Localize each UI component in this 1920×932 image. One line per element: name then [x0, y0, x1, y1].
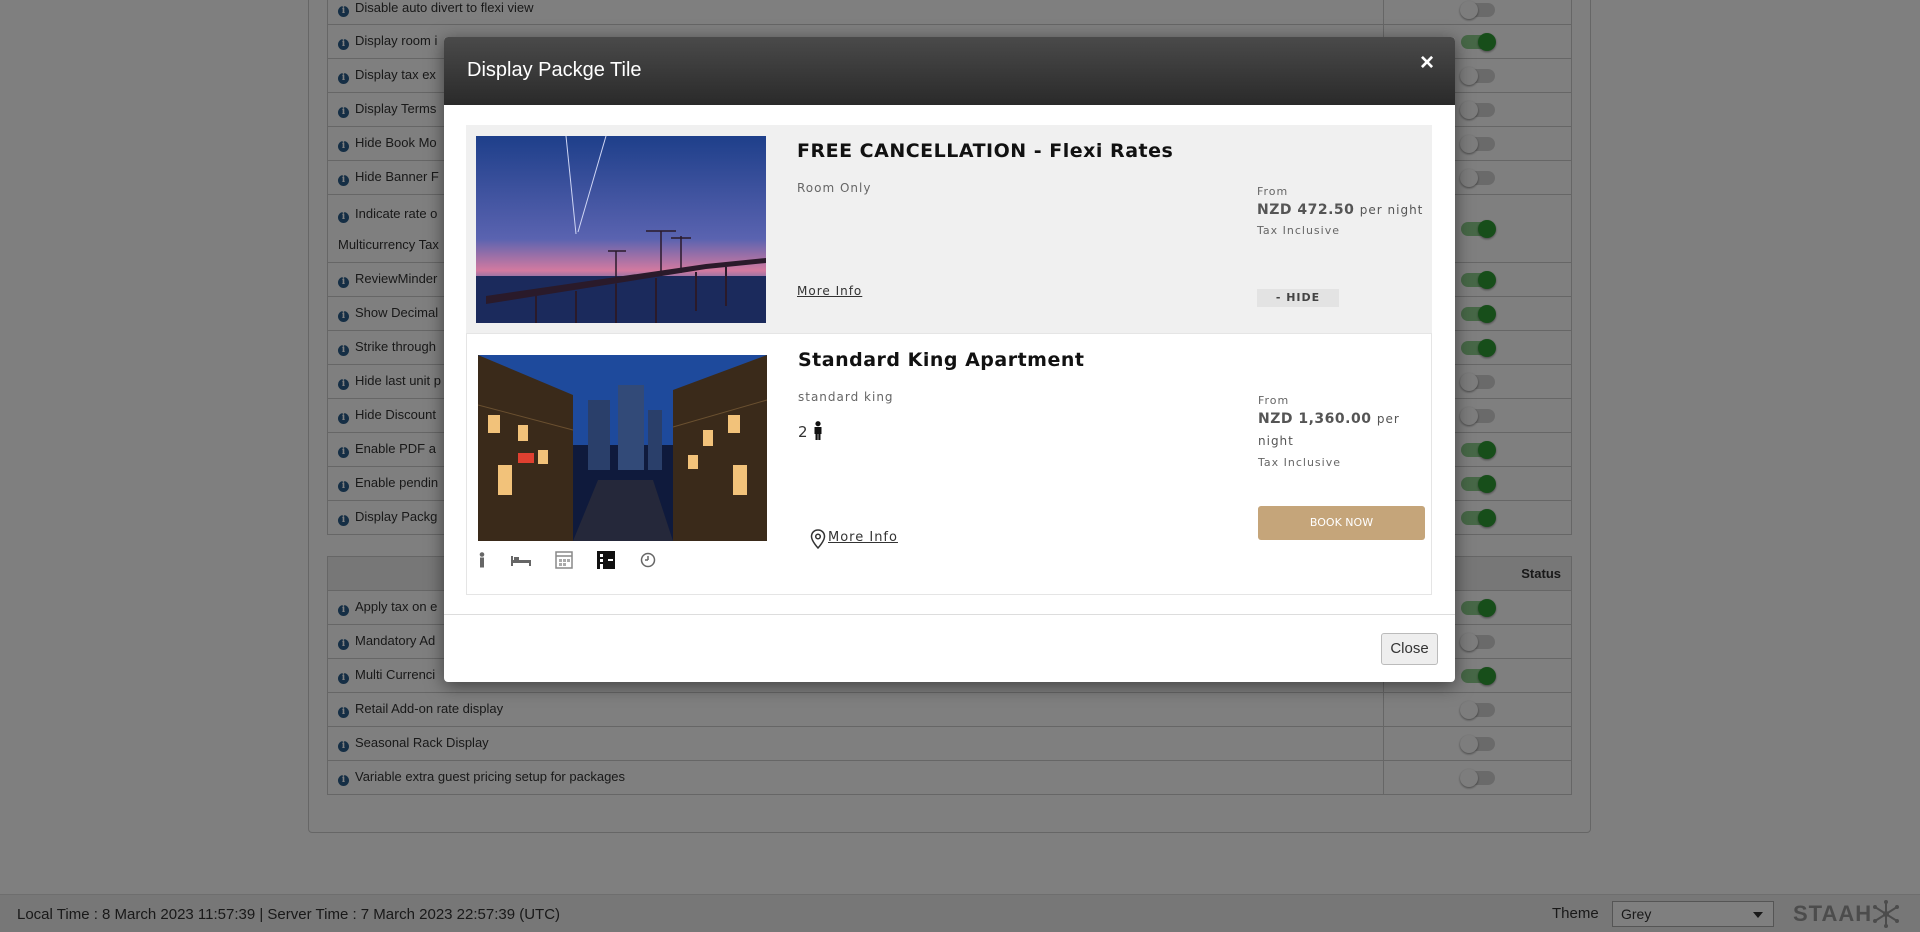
modal-title: Display Packge Tile — [467, 59, 642, 81]
map-pin-icon — [810, 529, 826, 549]
calendar-icon — [555, 551, 574, 573]
price-from-label: From — [1257, 185, 1289, 198]
tax-inclusive-label: Tax Inclusive — [1257, 224, 1341, 237]
package-subtitle: Room Only — [797, 181, 872, 195]
building-icon — [597, 551, 616, 573]
tax-inclusive-label: Tax Inclusive — [1258, 456, 1342, 469]
clock-icon — [640, 552, 656, 572]
close-icon[interactable]: × — [1420, 51, 1434, 75]
modal-body: FREE CANCELLATION - Flexi Rates Room Onl… — [466, 125, 1432, 595]
package-price: NZD 472.50 per night — [1257, 202, 1424, 218]
modal-header: Display Packge Tile × — [444, 37, 1455, 105]
hide-button[interactable]: - HIDE — [1257, 289, 1339, 307]
package-tile: Standard King Apartment standard king 2 … — [466, 333, 1432, 595]
pier-at-dusk-image — [476, 136, 766, 323]
city-street-night-image — [478, 355, 767, 541]
package-image — [476, 136, 766, 323]
person-icon — [814, 421, 822, 440]
package-price: NZD 1,360.00 per night — [1258, 411, 1400, 448]
occupancy: 2 — [798, 421, 824, 441]
more-info-link[interactable]: More Info — [797, 284, 862, 298]
more-info-link[interactable]: More Info — [828, 530, 898, 545]
package-title: FREE CANCELLATION - Flexi Rates — [797, 140, 1174, 162]
person-icon — [477, 552, 487, 572]
book-now-button[interactable]: BOOK NOW — [1258, 506, 1425, 540]
modal-footer: Close — [444, 614, 1455, 682]
package-subtitle: standard king — [798, 390, 894, 404]
package-image — [478, 355, 767, 541]
package-title: Standard King Apartment — [798, 349, 1085, 371]
display-package-tile-modal: Display Packge Tile × FREE CANCELLATION … — [444, 37, 1455, 682]
close-button[interactable]: Close — [1381, 633, 1438, 665]
package-tile: FREE CANCELLATION - Flexi Rates Room Onl… — [466, 125, 1432, 333]
amenity-icons — [477, 551, 676, 573]
price-from-label: From — [1258, 394, 1290, 407]
bed-icon — [511, 554, 532, 570]
